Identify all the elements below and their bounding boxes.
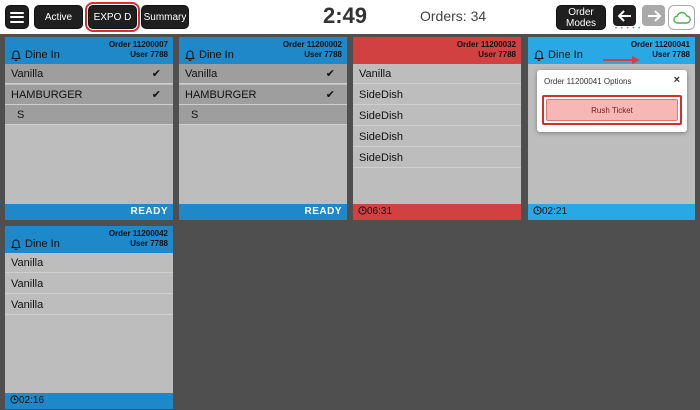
user-id: User 7788 bbox=[130, 239, 168, 248]
dine-mode: Dine In bbox=[199, 49, 234, 61]
cloud-status-button[interactable] bbox=[668, 5, 695, 30]
user-id: User 7788 bbox=[304, 50, 342, 59]
bell-icon bbox=[185, 50, 195, 61]
clock-icon bbox=[358, 206, 367, 215]
ticket-card[interactable]: Order 11200032 User 7788 Vanilla SideDis… bbox=[353, 37, 521, 220]
summary-button[interactable]: Summary bbox=[141, 5, 189, 29]
popup-title: Order 11200041 Options bbox=[544, 77, 632, 86]
list-item[interactable]: Vanilla ✔ bbox=[5, 64, 173, 84]
ticket-timer: 02:16 bbox=[10, 395, 44, 406]
list-item[interactable]: Vanilla bbox=[5, 274, 173, 294]
checkmark-icon: ✔ bbox=[325, 68, 335, 80]
active-button[interactable]: Active bbox=[34, 5, 83, 29]
clock: 2:49 bbox=[322, 3, 368, 28]
hamburger-menu-icon bbox=[10, 11, 24, 23]
ticket-card[interactable]: Dine In Order 11200007 User 7788 Vanilla… bbox=[5, 37, 173, 220]
list-item[interactable]: SideDish bbox=[353, 106, 521, 126]
rush-ticket-button[interactable]: Rush Ticket bbox=[546, 99, 678, 121]
cloud-icon bbox=[672, 11, 691, 24]
order-number: Order 11200041 bbox=[630, 40, 690, 49]
order-number: Order 11200007 bbox=[108, 40, 168, 49]
ticket-footer: READY bbox=[179, 204, 347, 220]
list-item[interactable]: SideDish bbox=[353, 148, 521, 168]
list-item[interactable]: HAMBURGER ✔ bbox=[5, 85, 173, 105]
ticket-header: Dine In Order 11200002 User 7788 bbox=[179, 37, 347, 64]
list-item[interactable]: Vanilla bbox=[353, 64, 521, 84]
ticket-card[interactable]: Dine In Order 11200002 User 7788 Vanilla… bbox=[179, 37, 347, 220]
list-item[interactable]: Vanilla bbox=[5, 253, 173, 273]
list-item[interactable]: Vanilla ✔ bbox=[179, 64, 347, 84]
close-icon[interactable]: × bbox=[674, 74, 680, 86]
arrow-right-icon bbox=[647, 9, 661, 22]
ticket-header: Dine In Order 11200042 User 7788 bbox=[5, 226, 173, 253]
checkmark-icon: ✔ bbox=[151, 89, 161, 101]
order-options-popup: Order 11200041 Options × Rush Ticket bbox=[537, 70, 687, 132]
arrow-left-icon bbox=[617, 9, 631, 22]
back-button[interactable] bbox=[613, 5, 636, 26]
checkmark-icon: ✔ bbox=[151, 68, 161, 80]
order-modes-button[interactable]: Order Modes bbox=[556, 5, 606, 30]
dine-mode: Dine In bbox=[548, 49, 583, 61]
ready-status: READY bbox=[130, 206, 168, 217]
clock-icon bbox=[10, 395, 19, 404]
ticket-timer: 02:21 bbox=[533, 206, 567, 217]
clock-icon bbox=[533, 206, 542, 215]
orders-count: Orders: 34 bbox=[420, 8, 487, 24]
forward-button[interactable] bbox=[642, 5, 665, 26]
user-id: User 7788 bbox=[652, 50, 690, 59]
list-item[interactable]: SideDish bbox=[353, 127, 521, 147]
list-item[interactable]: HAMBURGER ✔ bbox=[179, 85, 347, 105]
ticket-footer: READY bbox=[5, 204, 173, 220]
annotation-arrow-icon bbox=[603, 56, 640, 64]
menu-button[interactable] bbox=[5, 5, 29, 29]
ticket-timer: 06:31 bbox=[358, 206, 392, 217]
ticket-card[interactable]: Dine In Order 11200042 User 7788 Vanilla… bbox=[5, 226, 173, 409]
dine-mode: Dine In bbox=[25, 238, 60, 250]
top-bar: Active EXPO D Summary 2:49 Orders: 34 Or… bbox=[0, 0, 700, 34]
ticket-footer: 02:21 bbox=[528, 204, 695, 220]
ticket-footer: 06:31 bbox=[353, 204, 521, 220]
bell-icon bbox=[534, 50, 544, 61]
rush-ticket-highlight: Rush Ticket bbox=[542, 95, 682, 125]
list-item[interactable]: SideDish bbox=[353, 85, 521, 105]
user-id: User 7788 bbox=[130, 50, 168, 59]
list-item-modifier[interactable]: S bbox=[5, 105, 173, 125]
page-dots: • • • • • bbox=[615, 26, 642, 32]
ready-status: READY bbox=[304, 206, 342, 217]
checkmark-icon: ✔ bbox=[325, 89, 335, 101]
bell-icon bbox=[11, 239, 21, 250]
ticket-header: Order 11200032 User 7788 bbox=[353, 37, 521, 64]
ticket-header: Dine In Order 11200007 User 7788 bbox=[5, 37, 173, 64]
order-number: Order 11200032 bbox=[456, 40, 516, 49]
expo-d-button[interactable]: EXPO D bbox=[85, 2, 140, 32]
bell-icon bbox=[11, 50, 21, 61]
list-item[interactable]: Vanilla bbox=[5, 295, 173, 315]
user-id: User 7788 bbox=[478, 50, 516, 59]
dine-mode: Dine In bbox=[25, 49, 60, 61]
order-number: Order 11200002 bbox=[282, 40, 342, 49]
order-number: Order 11200042 bbox=[108, 229, 168, 238]
list-item-modifier[interactable]: S bbox=[179, 105, 347, 125]
ticket-footer: 02:16 bbox=[5, 393, 173, 409]
